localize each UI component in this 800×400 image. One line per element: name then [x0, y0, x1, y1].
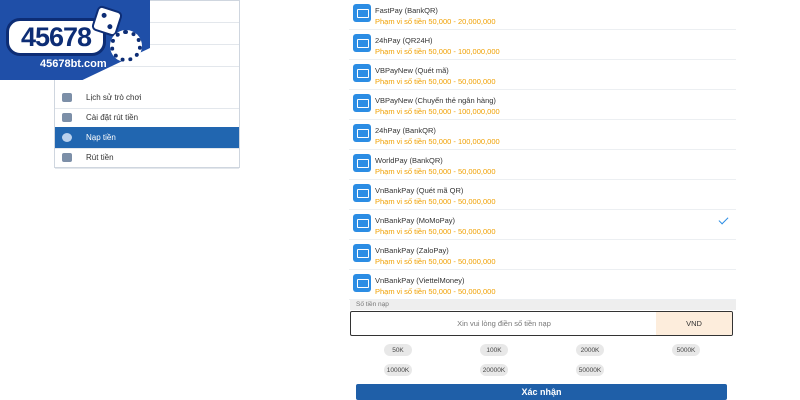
menu-item-withdraw[interactable]: Rút tiền	[55, 147, 239, 169]
payment-method-name: VnBankPay (ZaloPay)	[375, 246, 449, 255]
payment-amount-range: Phạm vi số tiền 50,000 - 20,000,000	[375, 17, 496, 26]
menu-item-label: Lịch sử trò chơi	[86, 93, 142, 102]
payment-amount-range: Phạm vi số tiền 50,000 - 50,000,000	[375, 77, 496, 86]
preset-amount-chip[interactable]: 50K	[384, 344, 412, 356]
menu-item-label: Rút tiền	[86, 153, 114, 162]
currency-unit: VND	[656, 312, 732, 335]
payment-amount-range: Phạm vi số tiền 50,000 - 50,000,000	[375, 227, 496, 236]
payment-amount-range: Phạm vi số tiền 50,000 - 50,000,000	[375, 197, 496, 206]
preset-amount-chip[interactable]: 2000K	[576, 344, 604, 356]
payment-wallet-icon	[353, 274, 371, 292]
casino-chip-icon	[110, 30, 142, 62]
preset-amount-chip[interactable]: 50000K	[576, 364, 604, 376]
payment-method-name: VnBankPay (Quét mã QR)	[375, 186, 464, 195]
preset-amount-chip[interactable]: 100K	[480, 344, 508, 356]
payment-method-name: 24hPay (BankQR)	[375, 126, 436, 135]
payment-method-name: VBPayNew (Chuyển thẻ ngân hàng)	[375, 96, 496, 105]
payment-method-row[interactable]: 24hPay (QR24H) Phạm vi số tiền 50,000 - …	[349, 30, 736, 60]
payment-wallet-icon	[353, 154, 371, 172]
checkmark-icon	[718, 214, 729, 225]
piggy-bank-icon	[62, 133, 72, 142]
payment-amount-range: Phạm vi số tiền 50,000 - 50,000,000	[375, 257, 496, 266]
payment-method-row[interactable]: WorldPay (BankQR) Phạm vi số tiền 50,000…	[349, 150, 736, 180]
payment-wallet-icon	[353, 34, 371, 52]
payment-wallet-icon	[353, 214, 371, 232]
payment-method-name: VBPayNew (Quét mã)	[375, 66, 449, 75]
payment-method-name: FastPay (BankQR)	[375, 6, 438, 15]
amount-label-bar	[350, 300, 736, 310]
payment-method-row[interactable]: VnBankPay (ZaloPay) Phạm vi số tiền 50,0…	[349, 240, 736, 270]
menu-item-withdraw-settings[interactable]: Cài đặt rút tiền	[55, 107, 239, 129]
menu-item-game-history[interactable]: Lịch sử trò chơi	[55, 87, 239, 109]
menu-item-label: Cài đặt rút tiền	[86, 113, 139, 122]
payment-method-row-selected[interactable]: VnBankPay (MoMoPay) Phạm vi số tiền 50,0…	[349, 210, 736, 240]
payment-method-name: 24hPay (QR24H)	[375, 36, 433, 45]
logo-url: 45678bt.com	[40, 58, 107, 70]
payment-method-row[interactable]: VnBankPay (Quét mã QR) Phạm vi số tiền 5…	[349, 180, 736, 210]
payment-method-name: WorldPay (BankQR)	[375, 156, 443, 165]
logo-badge: 45678	[6, 18, 106, 56]
site-logo[interactable]: 45678 45678bt.com	[0, 0, 150, 80]
payment-wallet-icon	[353, 244, 371, 262]
payment-method-row[interactable]: VBPayNew (Chuyển thẻ ngân hàng) Phạm vi …	[349, 90, 736, 120]
logo-digits: 45678	[20, 21, 92, 52]
payment-wallet-icon	[353, 64, 371, 82]
payment-wallet-icon	[353, 4, 371, 22]
payment-method-name: VnBankPay (ViettelMoney)	[375, 276, 465, 285]
payment-amount-range: Phạm vi số tiền 50,000 - 100,000,000	[375, 47, 500, 56]
menu-item-label: Nạp tiền	[86, 133, 116, 142]
settings-icon	[62, 113, 72, 122]
history-icon	[62, 93, 72, 102]
amount-label: Số tiền nạp	[356, 301, 389, 308]
payment-method-row[interactable]: FastPay (BankQR) Phạm vi số tiền 50,000 …	[349, 0, 736, 30]
payment-method-row[interactable]: VBPayNew (Quét mã) Phạm vi số tiền 50,00…	[349, 60, 736, 90]
payment-method-name: VnBankPay (MoMoPay)	[375, 216, 456, 225]
menu-item-deposit[interactable]: Nạp tiền	[55, 127, 239, 149]
payment-method-row[interactable]: 24hPay (BankQR) Phạm vi số tiền 50,000 -…	[349, 120, 736, 150]
payment-wallet-icon	[353, 124, 371, 142]
payment-amount-range: Phạm vi số tiền 50,000 - 50,000,000	[375, 167, 496, 176]
confirm-button[interactable]: Xác nhận	[356, 384, 727, 400]
payment-wallet-icon	[353, 184, 371, 202]
payment-amount-range: Phạm vi số tiền 50,000 - 100,000,000	[375, 107, 500, 116]
preset-amount-chip[interactable]: 5000K	[672, 344, 700, 356]
payment-amount-range: Phạm vi số tiền 50,000 - 100,000,000	[375, 137, 500, 146]
preset-amount-chip[interactable]: 20000K	[480, 364, 508, 376]
payment-method-row[interactable]: VnBankPay (ViettelMoney) Phạm vi số tiền…	[349, 270, 736, 300]
preset-amount-chip[interactable]: 10000K	[384, 364, 412, 376]
payment-wallet-icon	[353, 94, 371, 112]
amount-field: VND	[350, 311, 733, 336]
card-icon	[62, 153, 72, 162]
amount-input[interactable]	[351, 312, 657, 335]
payment-amount-range: Phạm vi số tiền 50,000 - 50,000,000	[375, 287, 496, 296]
